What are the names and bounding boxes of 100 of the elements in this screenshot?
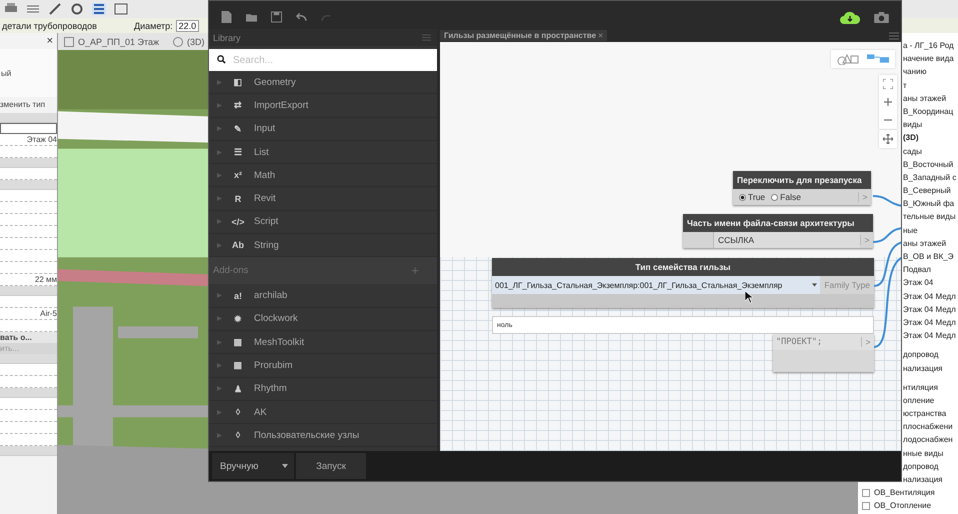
browser-item[interactable]: нализация — [903, 362, 943, 375]
geometry-view-icon[interactable] — [837, 53, 859, 65]
browser-item[interactable]: Этаж 04 Медл — [903, 302, 956, 316]
library-category[interactable]: ☰ List — [209, 140, 437, 164]
family-type-node[interactable]: Тип семейства гильзы 001_ЛГ_Гильза_Стальная_Экземпляр:001_ЛГ_Гильза_Стальная_Экземпляр Family Type — [492, 258, 874, 308]
library-category[interactable]: x² Math — [209, 164, 437, 188]
family-type-dropdown[interactable]: 001_ЛГ_Гильза_Стальная_Экземпляр:001_ЛГ_Гильза_Стальная_Экземпляр — [492, 280, 820, 290]
browser-item[interactable]: ные — [903, 224, 918, 237]
library-package[interactable]: a! archilab — [209, 284, 437, 308]
string-node[interactable]: Часть имени файла-связи архитектуры ССЫЛКА > — [683, 214, 873, 248]
property-button[interactable]: вать о... — [0, 332, 57, 343]
radio-button[interactable] — [739, 194, 746, 200]
library-category[interactable]: </> Script — [209, 210, 437, 234]
expand-arrow-icon — [217, 80, 222, 85]
library-category[interactable]: ✎ Input — [209, 118, 437, 141]
library-package[interactable]: ▦ MeshToolkit — [209, 330, 437, 354]
options-label: детали трубопроводов — [2, 20, 98, 30]
window-icon[interactable] — [114, 3, 128, 15]
library-package[interactable]: ♟ Rhythm — [209, 378, 437, 401]
browser-item[interactable]: плоснабжени — [903, 420, 953, 434]
browser-item[interactable]: В_Координац — [903, 104, 954, 118]
library-package[interactable]: ✹ Clockwork — [209, 308, 437, 331]
run-mode-dropdown[interactable]: Вручную — [212, 453, 294, 479]
browser-item[interactable]: допровод — [903, 348, 938, 362]
browser-item[interactable]: нтиляция — [903, 380, 938, 394]
view-tab[interactable]: (3D) — [173, 36, 204, 46]
pan-icon[interactable] — [883, 134, 893, 144]
cloud-download-icon[interactable] — [840, 10, 860, 24]
browser-item[interactable]: Этаж 04 Медл — [903, 290, 956, 303]
workspace-tab[interactable]: Гильзы размещённые в пространстве × — [440, 30, 607, 41]
category-icon: ◧ — [230, 77, 246, 88]
property-value: Этаж 04 — [0, 134, 57, 146]
package-icon: ▦ — [230, 360, 246, 370]
camera-icon[interactable] — [874, 12, 889, 22]
browser-item[interactable]: Этаж 04 — [903, 276, 934, 290]
browser-item[interactable]: В_Северный — [903, 184, 951, 198]
browser-item[interactable]: юстранства — [903, 407, 946, 420]
library-package[interactable]: ◊ Пользовательские узлы — [209, 424, 437, 448]
browser-item[interactable]: а - ЛГ_16 Род — [903, 39, 954, 52]
browser-item[interactable]: В_Восточный — [903, 158, 954, 171]
menu-icon[interactable] — [889, 32, 899, 40]
browser-item[interactable]: опление — [903, 394, 934, 408]
category-icon: R — [230, 194, 246, 204]
browser-item[interactable]: сады — [903, 144, 922, 158]
edit-type-button[interactable]: зменить тип — [0, 97, 57, 113]
library-category[interactable]: ◧ Geometry — [209, 71, 437, 94]
fit-view-icon[interactable] — [883, 79, 893, 89]
view-tab-label: (3D) — [187, 36, 204, 46]
cursor-icon — [745, 291, 753, 303]
expand-arrow-icon — [217, 410, 222, 414]
browser-item[interactable]: лодоснабжен — [903, 433, 953, 447]
library-package[interactable]: ▦ Prorubim — [209, 354, 437, 378]
undo-icon[interactable] — [296, 11, 307, 23]
caret-icon — [812, 283, 818, 287]
pencil-icon[interactable] — [48, 3, 62, 15]
radio-button[interactable] — [771, 194, 778, 200]
plan-icon — [64, 36, 74, 46]
browser-item[interactable]: Этаж 04 Медл — [903, 329, 956, 342]
browser-item[interactable]: Подвал — [903, 263, 931, 276]
browser-item[interactable]: В_Южный фа — [903, 197, 954, 210]
library-category[interactable]: ⇄ ImportExport — [209, 94, 437, 118]
graph-view-icon[interactable] — [867, 53, 889, 65]
browser-item[interactable]: нные виды — [903, 446, 944, 460]
library-package[interactable]: ◊ AK — [209, 400, 437, 424]
browser-item[interactable]: нализация — [903, 473, 943, 486]
expand-arrow-icon — [217, 362, 222, 368]
type-selector[interactable]: ый — [0, 49, 57, 97]
browser-item[interactable]: тельные виды — [903, 210, 956, 224]
library-category[interactable]: R Revit — [209, 187, 437, 211]
run-button[interactable]: Запуск — [296, 453, 366, 479]
save-icon[interactable] — [271, 11, 282, 23]
browser-item[interactable]: ОВ_Вентиляция — [874, 488, 935, 498]
browser-item[interactable]: Этаж 04 Медл — [903, 316, 956, 330]
browser-item[interactable]: В_Западный с — [903, 170, 956, 184]
browser-item[interactable]: т — [903, 78, 907, 92]
browser-item[interactable]: аны этажей — [903, 236, 946, 250]
property-field[interactable] — [0, 123, 57, 134]
expand-arrow-icon — [217, 293, 222, 298]
browser-item[interactable]: виды — [903, 118, 922, 132]
line-icon[interactable] — [26, 3, 40, 15]
expand-arrow-icon — [217, 196, 222, 202]
new-file-icon[interactable] — [221, 11, 232, 23]
browser-item[interactable]: чанию — [903, 65, 927, 79]
layout-icon[interactable] — [92, 3, 106, 15]
browser-item[interactable]: аны этажей — [903, 92, 946, 105]
category-icon: ⇄ — [230, 100, 246, 110]
browser-item[interactable]: допровод — [903, 460, 938, 474]
browser-item[interactable]: В_ОВ и ВК_Э — [903, 250, 954, 264]
zoom-in-icon[interactable] — [883, 97, 893, 107]
string-field[interactable]: ССЫЛКА — [713, 232, 860, 248]
browser-item[interactable]: (3D) — [903, 131, 919, 145]
close-button[interactable]: × — [46, 35, 53, 47]
category-icon: ☰ — [230, 147, 246, 158]
browser-item[interactable]: ОВ_Отопление — [874, 501, 932, 510]
package-icon: ◊ — [230, 407, 246, 417]
browser-item[interactable]: начение вида — [903, 52, 954, 66]
printer-icon[interactable] — [4, 3, 18, 15]
diameter-field[interactable]: 22.0 — [176, 20, 200, 32]
search-field[interactable]: Search... — [233, 49, 437, 71]
boolean-node[interactable]: Переключить для презапуска True False > — [733, 171, 871, 205]
